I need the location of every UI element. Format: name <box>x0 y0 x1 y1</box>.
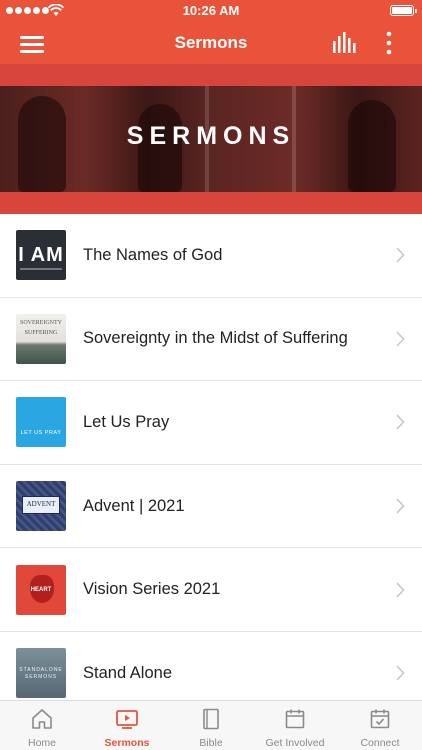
sermon-thumbnail: SOVEREIGNTY SUFFERING <box>16 313 66 364</box>
tab-get-involved[interactable]: Get Involved <box>252 701 338 750</box>
battery-icon <box>390 5 417 16</box>
status-bar: 10:26 AM <box>0 0 422 22</box>
sermon-title: Let Us Pray <box>83 412 170 431</box>
book-icon <box>203 708 219 730</box>
chevron-right-icon <box>396 498 405 514</box>
tab-bar: Home Sermons Bible Get Involved Connect <box>0 700 422 750</box>
tab-connect[interactable]: Connect <box>338 701 422 750</box>
sermon-row[interactable]: LET US PRAY Let Us Pray <box>0 381 422 465</box>
sermon-thumbnail: STANDALONE SERMONS <box>16 648 66 699</box>
more-options-button[interactable] <box>382 31 396 55</box>
sermon-row[interactable]: STANDALONE SERMONS Stand Alone <box>0 632 422 700</box>
sermon-title: The Names of God <box>83 245 223 264</box>
status-time: 10:26 AM <box>182 3 240 18</box>
calendar-icon <box>285 709 305 729</box>
sermon-row[interactable]: ADVENT Advent | 2021 <box>0 465 422 549</box>
sermon-title: Vision Series 2021 <box>83 580 221 599</box>
chevron-right-icon <box>396 331 405 347</box>
chevron-right-icon <box>396 247 405 263</box>
tab-sermons[interactable]: Sermons <box>84 701 170 750</box>
page-title: Sermons <box>174 33 248 52</box>
tab-home[interactable]: Home <box>0 701 84 750</box>
sermon-thumbnail: LET US PRAY <box>16 397 66 448</box>
chevron-right-icon <box>396 582 405 598</box>
sermon-row[interactable]: HEART Vision Series 2021 <box>0 548 422 632</box>
chevron-right-icon <box>396 414 405 431</box>
video-icon <box>116 710 138 729</box>
sermon-title: Sovereignty in the Midst of Suffering <box>83 329 348 348</box>
sermon-thumbnail: ADVENT <box>16 481 66 532</box>
sermon-thumbnail: HEART <box>16 564 66 615</box>
sermon-list: I AM The Names of God SOVEREIGNTY SUFFER… <box>0 214 422 700</box>
nav-bar: Sermons <box>0 22 422 64</box>
sermon-row[interactable]: SOVEREIGNTY SUFFERING Sovereignty in the… <box>0 298 422 382</box>
sermon-thumbnail: I AM <box>16 230 66 281</box>
hero-title: SERMONS <box>126 122 296 150</box>
sermon-title: Advent | 2021 <box>83 496 185 515</box>
calendar-check-icon <box>370 709 390 729</box>
menu-button[interactable] <box>20 36 44 53</box>
chevron-right-icon <box>396 665 405 681</box>
tab-bible[interactable]: Bible <box>170 701 252 750</box>
home-icon <box>32 709 52 729</box>
sermon-title: Stand Alone <box>83 663 172 682</box>
hero-banner: SERMONS <box>0 64 422 214</box>
audio-levels-button[interactable] <box>332 32 358 54</box>
sermon-row[interactable]: I AM The Names of God <box>0 214 422 298</box>
